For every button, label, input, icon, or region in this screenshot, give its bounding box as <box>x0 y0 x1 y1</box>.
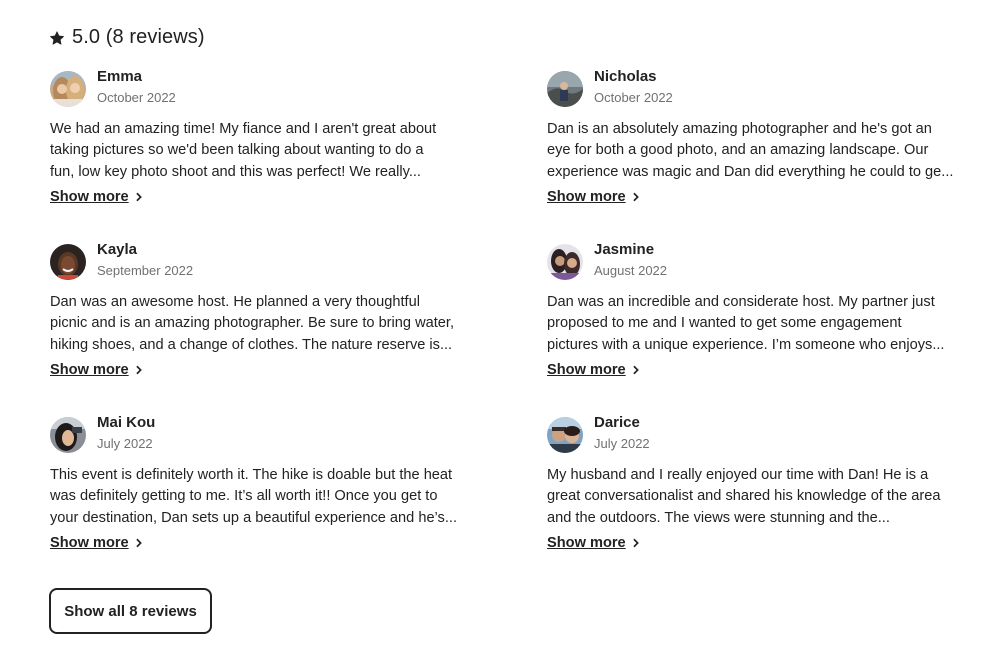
show-more-button[interactable]: Show more <box>547 535 640 551</box>
review-text-line: hiking shoes, and a change of clothes. T… <box>50 336 453 353</box>
review-text-line: We had an amazing time! My fiance and I … <box>50 121 437 137</box>
show-more-label: Show more <box>547 534 626 551</box>
review-card: Jasmine August 2022 Dan was an incredibl… <box>547 241 947 379</box>
review-text: Dan is an absolutely amazing photographe… <box>547 119 954 183</box>
review-text: Dan was an awesome host. He planned a ve… <box>50 292 455 356</box>
review-text: We had an amazing time! My fiance and I … <box>50 119 450 183</box>
review-text-line: fun, low key photo shoot and this was pe… <box>50 163 421 180</box>
review-text-line: taking pictures so we'd been talking abo… <box>50 142 424 159</box>
reviews-summary: 5.0 (8 reviews) <box>50 26 205 49</box>
review-date: July 2022 <box>97 436 153 451</box>
chevron-right-icon <box>632 538 640 548</box>
avatar[interactable] <box>547 417 583 453</box>
review-card: Darice July 2022 My husband and I really… <box>547 414 947 552</box>
review-date: October 2022 <box>97 90 176 105</box>
review-text-line: proposed to me and I wanted to get some … <box>547 315 902 332</box>
show-all-reviews-button[interactable]: Show all 8 reviews <box>49 588 212 634</box>
avatar[interactable] <box>50 244 86 280</box>
avatar[interactable] <box>50 71 86 107</box>
review-text-line: pictures with a unique experience. I’m s… <box>547 336 945 353</box>
review-card: Emma October 2022 We had an amazing time… <box>50 68 450 206</box>
rating-summary-text: 5.0 (8 reviews) <box>72 26 205 48</box>
show-more-button[interactable]: Show more <box>547 189 640 205</box>
chevron-right-icon <box>135 365 143 375</box>
review-text-line: great conversationalist and shared his k… <box>547 488 941 505</box>
review-date: August 2022 <box>594 263 668 278</box>
review-text: This event is definitely worth it. The h… <box>50 465 458 529</box>
review-card: Nicholas October 2022 Dan is an absolute… <box>547 68 954 206</box>
show-more-button[interactable]: Show more <box>50 362 143 378</box>
review-text-line: This event is definitely worth it. The h… <box>50 467 453 483</box>
review-text-line: Dan was an awesome host. He planned a ve… <box>50 294 420 310</box>
review-text: My husband and I really enjoyed our time… <box>547 465 947 529</box>
show-more-label: Show more <box>50 534 129 551</box>
chevron-right-icon <box>135 192 143 202</box>
chevron-right-icon <box>135 538 143 548</box>
chevron-right-icon <box>632 192 640 202</box>
review-card: Mai Kou July 2022 This event is definite… <box>50 414 458 552</box>
show-more-button[interactable]: Show more <box>50 535 143 551</box>
review-date: October 2022 <box>594 90 673 105</box>
show-more-button[interactable]: Show more <box>547 362 640 378</box>
star-icon <box>50 30 64 45</box>
review-text-line: eye for both a good photo, and an amazin… <box>547 142 929 159</box>
reviewer-name: Nicholas <box>594 68 657 85</box>
show-more-label: Show more <box>50 188 129 205</box>
show-more-label: Show more <box>547 361 626 378</box>
avatar[interactable] <box>547 71 583 107</box>
reviewer-name: Emma <box>97 68 143 85</box>
reviewer-name: Kayla <box>97 241 138 258</box>
review-text-line: Dan is an absolutely amazing photographe… <box>547 121 932 137</box>
review-card: Kayla September 2022 Dan was an awesome … <box>50 241 455 379</box>
review-text-line: and the outdoors. The views were stunnin… <box>547 509 890 526</box>
avatar[interactable] <box>547 244 583 280</box>
reviewer-name: Jasmine <box>594 241 655 258</box>
review-text-line: was definitely getting to me. It’s all w… <box>50 488 438 505</box>
chevron-right-icon <box>632 365 640 375</box>
review-text-line: Dan was an incredible and considerate ho… <box>547 294 935 310</box>
review-text-line: experience was magic and Dan did everyth… <box>547 163 954 180</box>
review-text: Dan was an incredible and considerate ho… <box>547 292 947 356</box>
reviewer-name: Darice <box>594 414 640 431</box>
avatar[interactable] <box>50 417 86 453</box>
review-text-line: My husband and I really enjoyed our time… <box>547 467 929 483</box>
show-more-button[interactable]: Show more <box>50 189 143 205</box>
review-text-line: your destination, Dan sets up a beautifu… <box>50 509 458 526</box>
review-date: September 2022 <box>97 263 194 278</box>
reviewer-name: Mai Kou <box>97 414 156 431</box>
review-date: July 2022 <box>594 436 650 451</box>
show-more-label: Show more <box>50 361 129 378</box>
review-text-line: picnic and is an amazing photographer. B… <box>50 315 455 332</box>
show-more-label: Show more <box>547 188 626 205</box>
